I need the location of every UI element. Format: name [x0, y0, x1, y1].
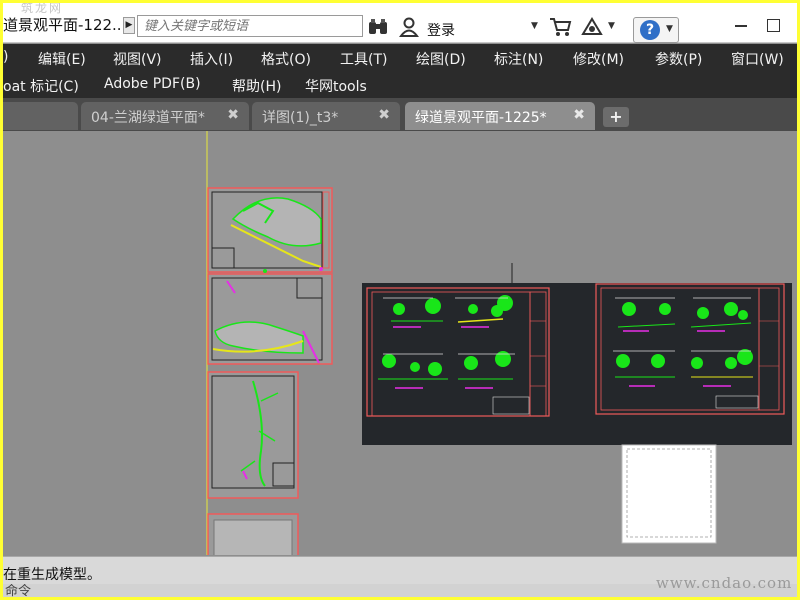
- close-icon[interactable]: ✖: [573, 107, 585, 123]
- chevron-down-icon[interactable]: ▼: [531, 21, 538, 31]
- menu-item-parameters[interactable]: 参数(P): [655, 49, 702, 69]
- menu-item-tools-plugin[interactable]: 华网tools: [305, 76, 367, 96]
- close-icon[interactable]: ✖: [227, 107, 239, 123]
- close-icon[interactable]: ✖: [378, 107, 390, 123]
- title-bar: 筑龙网 道景观平面-122... ▶ 登录 ▼ ▼ ? ▼: [3, 3, 797, 43]
- tab-lanhu-greenway[interactable]: 04-兰湖绿道平面* ✖: [81, 102, 249, 130]
- help-button[interactable]: ? ▼: [633, 17, 679, 43]
- tab-previous[interactable]: [3, 102, 78, 130]
- login-label[interactable]: 登录: [427, 20, 455, 40]
- menu-item-edit[interactable]: 编辑(E): [38, 49, 86, 69]
- restore-icon[interactable]: [763, 15, 783, 35]
- plan-sheet-1: [207, 187, 333, 273]
- minimize-icon[interactable]: [731, 15, 751, 35]
- menu-item-file[interactable]: ): [3, 49, 8, 65]
- chevron-down-icon: ▼: [666, 24, 673, 34]
- menu-item-modify[interactable]: 修改(M): [573, 49, 624, 69]
- menu-item-insert[interactable]: 插入(I): [190, 49, 233, 69]
- menu-item-window[interactable]: 窗口(W): [731, 49, 784, 69]
- menu-item-dimension[interactable]: 标注(N): [494, 49, 543, 69]
- user-icon[interactable]: [399, 17, 419, 37]
- watermark-url: www.cndao.com: [656, 574, 793, 592]
- app-window: 筑龙网 道景观平面-122... ▶ 登录 ▼ ▼ ? ▼ ) 编辑(E) 视图…: [3, 3, 797, 597]
- command-label: 命令: [5, 584, 32, 597]
- expand-icon[interactable]: ▶: [123, 17, 135, 34]
- tab-label: 04-兰湖绿道平面*: [91, 110, 205, 126]
- tab-label: 绿道景观平面-1225*: [415, 110, 547, 126]
- binoculars-icon[interactable]: [367, 17, 389, 37]
- paper-sheet: [621, 444, 717, 544]
- plus-icon[interactable]: +: [603, 107, 629, 127]
- exchange-icon[interactable]: [581, 17, 603, 37]
- tab-greenway-landscape[interactable]: 绿道景观平面-1225* ✖: [405, 102, 595, 130]
- menu-item-view[interactable]: 视图(V): [113, 49, 162, 69]
- tab-label: 详图(1)_t3*: [262, 110, 339, 126]
- plan-sheet-3: [207, 371, 299, 499]
- menu-item-markup[interactable]: oat 标记(C): [3, 76, 79, 96]
- search-input[interactable]: [137, 15, 363, 37]
- help-icon: ?: [640, 20, 660, 40]
- menu-bar: ) 编辑(E) 视图(V) 插入(I) 格式(O) 工具(T) 绘图(D) 标注…: [3, 44, 797, 71]
- status-message: 在重生成模型。: [3, 567, 101, 583]
- menu-item-adobe-pdf[interactable]: Adobe PDF(B): [104, 76, 201, 92]
- menu-item-tools[interactable]: 工具(T): [340, 49, 387, 69]
- menu-item-draw[interactable]: 绘图(D): [416, 49, 466, 69]
- document-title: 道景观平面-122...: [3, 16, 127, 34]
- menu-item-help[interactable]: 帮助(H): [232, 76, 281, 96]
- document-tab-strip: 04-兰湖绿道平面* ✖ 详图(1)_t3* ✖ 绿道景观平面-1225* ✖ …: [3, 98, 797, 131]
- menu-bar-secondary: oat 标记(C) Adobe PDF(B) 帮助(H) 华网tools: [3, 71, 797, 98]
- drawing-canvas[interactable]: [3, 131, 797, 555]
- plan-sheet-2: [207, 273, 333, 365]
- chevron-down-icon[interactable]: ▼: [608, 21, 615, 31]
- detail-sheet-layout: [362, 263, 792, 445]
- menu-item-format[interactable]: 格式(O): [261, 49, 311, 69]
- cart-icon[interactable]: [549, 17, 573, 37]
- plan-sheet-4: [207, 513, 299, 555]
- tab-detail-drawing[interactable]: 详图(1)_t3* ✖: [252, 102, 400, 130]
